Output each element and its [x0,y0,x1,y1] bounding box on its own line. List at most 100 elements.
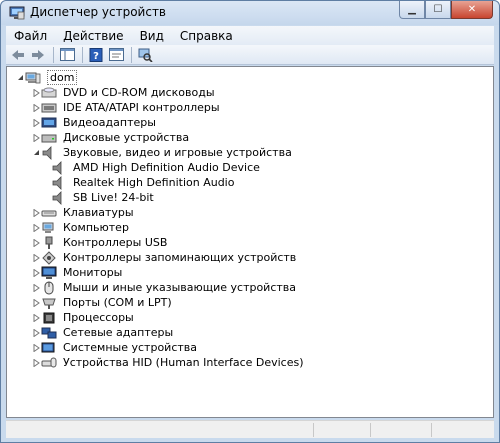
status-pane [370,423,430,437]
system-device-icon [41,342,55,352]
tree-category-disk[interactable]: Дисковые устройства [31,130,189,145]
forward-arrow-icon [32,49,44,60]
tree-category-ide[interactable]: IDE ATA/ATAPI контроллеры [31,100,220,115]
expand-arrow-icon[interactable] [31,358,41,367]
expand-arrow-icon[interactable] [31,208,41,217]
tree-category-label: Контроллеры запоминающих устройств [63,251,297,264]
expand-arrow-icon[interactable] [31,88,41,97]
tree-category-system[interactable]: Системные устройства [31,340,197,355]
back-button[interactable] [9,47,27,63]
tree-category-sound[interactable]: Звуковые, видео и игровые устройства [31,145,292,160]
tree-category-processors[interactable]: Процессоры [31,310,134,325]
tree-category-label: Системные устройства [63,341,197,354]
minimize-button[interactable]: ▁ [399,1,425,19]
menu-bar: Файл Действие Вид Справка [6,26,494,45]
expand-arrow-icon[interactable] [31,118,41,127]
tree-category-label: Устройства HID (Human Interface Devices) [63,356,304,369]
tree-device-label: Realtek High Definition Audio [73,176,235,189]
tree-device-amd-audio[interactable]: AMD High Definition Audio Device [51,160,260,175]
tree-category-label: Видеоадаптеры [63,116,156,129]
maximize-button[interactable]: ☐ [425,1,451,19]
collapse-arrow-icon[interactable] [31,149,41,156]
tree-category-monitors[interactable]: Мониторы [31,265,122,280]
tree-category-dvd[interactable]: DVD и CD-ROM дисководы [31,85,215,100]
tree-category-label: Контроллеры USB [63,236,168,249]
tree-category-hid[interactable]: Устройства HID (Human Interface Devices) [31,355,304,370]
expand-arrow-icon[interactable] [31,328,41,337]
tree-category-label: Звуковые, видео и игровые устройства [63,146,292,159]
video-adapter-icon [41,117,57,127]
port-icon [42,298,56,309]
menu-help[interactable]: Справка [172,29,241,43]
expand-arrow-icon[interactable] [31,343,41,352]
expand-arrow-icon[interactable] [31,238,41,247]
help-book-icon: ? [89,47,103,62]
scan-hardware-button[interactable] [136,47,154,63]
tree-category-video[interactable]: Видеоадаптеры [31,115,156,130]
speaker-icon [52,190,62,205]
device-manager-window: Диспетчер устройств ▁ ☐ ✕ Файл Действие … [0,0,500,443]
mouse-icon [44,281,54,294]
expand-arrow-icon[interactable] [31,313,41,322]
expand-arrow-icon[interactable] [31,133,41,142]
expand-arrow-icon[interactable] [31,298,41,307]
dvd-drive-icon [41,87,57,97]
tree-category-label: Дисковые устройства [63,131,190,144]
expand-arrow-icon[interactable] [31,223,41,232]
tree-category-label: Компьютер [63,221,129,234]
toolbar-separator [53,46,54,63]
maximize-icon: ☐ [433,4,443,15]
tree-category-mice[interactable]: Мыши и иные указывающие устройства [31,280,296,295]
tree-category-storage[interactable]: Контроллеры запоминающих устройств [31,250,296,265]
back-arrow-icon [12,49,24,60]
tree-device-realtek-audio[interactable]: Realtek High Definition Audio [51,175,234,190]
minimize-icon: ▁ [408,4,416,15]
scan-hardware-icon [138,48,153,62]
expand-arrow-icon[interactable] [31,103,41,112]
monitor-icon [41,266,57,279]
help-button[interactable]: ? [87,47,105,63]
tree-device-sb-live[interactable]: SB Live! 24-bit [51,190,154,205]
properties-button[interactable] [107,47,125,63]
computer-icon [42,222,54,233]
tree-device-label: SB Live! 24-bit [73,191,154,204]
tree-category-usb[interactable]: Контроллеры USB [31,235,167,250]
tree-category-computer[interactable]: Компьютер [31,220,129,235]
status-bar [6,420,494,438]
console-tree-icon [59,48,75,61]
expand-arrow-icon[interactable] [31,283,41,292]
speaker-icon [52,175,62,190]
close-button[interactable]: ✕ [451,1,493,19]
forward-button[interactable] [29,47,47,63]
ide-controller-icon [41,103,57,112]
speaker-icon [42,145,52,160]
collapse-arrow-icon[interactable] [15,74,25,81]
speaker-icon [52,160,62,175]
device-tree: dom DVD и CD-ROM дисководы IDE ATA/ATAPI… [6,66,494,418]
menu-file[interactable]: Файл [6,29,55,43]
tree-category-label: Сетевые адаптеры [63,326,174,339]
tree-root-node[interactable]: dom [15,70,78,85]
storage-controller-icon [42,250,56,265]
toolbar-separator [131,46,132,63]
expand-arrow-icon[interactable] [31,268,41,277]
expand-arrow-icon[interactable] [31,253,41,262]
properties-icon [108,48,124,61]
tree-category-label: Порты (COM и LPT) [63,296,172,309]
menu-view[interactable]: Вид [132,29,172,43]
computer-icon [25,72,41,83]
disk-drive-icon [41,134,57,142]
keyboard-icon [41,210,57,216]
title-bar[interactable]: Диспетчер устройств ▁ ☐ ✕ [1,1,499,25]
svg-text:?: ? [93,51,99,62]
tree-category-network[interactable]: Сетевые адаптеры [31,325,173,340]
window-title: Диспетчер устройств [30,5,167,19]
tree-category-keyboards[interactable]: Клавиатуры [31,205,134,220]
show-hide-console-tree-button[interactable] [58,47,76,63]
tree-category-label: IDE ATA/ATAPI контроллеры [63,101,220,114]
usb-icon [45,236,53,249]
tree-category-ports[interactable]: Порты (COM и LPT) [31,295,172,310]
menu-action[interactable]: Действие [55,29,131,43]
tree-category-label: Мыши и иные указывающие устройства [63,281,297,294]
tree-category-label: Мониторы [63,266,123,279]
